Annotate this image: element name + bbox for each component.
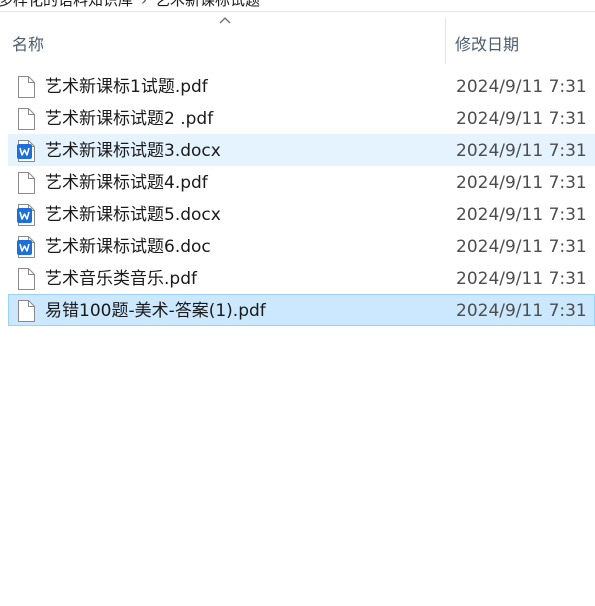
file-name[interactable]: 易错100题-美术-答案(1).pdf [45,300,266,322]
word-doc-icon [17,140,35,162]
file-row[interactable]: 艺术新课标试题4.pdf 2024/9/11 7:31 [8,166,595,198]
file-date-modified: 2024/9/11 7:31 [456,109,587,129]
file-date-modified: 2024/9/11 7:31 [456,77,587,97]
column-divider[interactable] [445,18,446,64]
file-row[interactable]: 艺术音乐类音乐.pdf 2024/9/11 7:31 [8,262,595,294]
file-name[interactable]: 艺术新课标1试题.pdf [45,76,208,98]
column-header-row: 名称 修改日期 [0,12,595,68]
file-date-modified: 2024/9/11 7:31 [456,269,587,289]
file-date-modified: 2024/9/11 7:31 [456,237,587,257]
file-name[interactable]: 艺术新课标试题4.pdf [45,172,208,194]
file-name[interactable]: 艺术新课标试题3.docx [45,140,221,162]
pdf-file-icon [17,108,35,130]
file-row[interactable]: 艺术新课标试题6.doc 2024/9/11 7:31 [8,230,595,262]
column-header-date-modified[interactable]: 修改日期 [455,31,519,55]
word-doc-icon [17,204,35,226]
pdf-file-icon [17,300,35,322]
file-name[interactable]: 艺术新课标试题5.docx [45,204,221,226]
file-list: 艺术新课标1试题.pdf 2024/9/11 7:31 艺术新课标试题2 .pdf 2… [8,70,595,326]
file-name[interactable]: 艺术新课标试题2 .pdf [45,108,213,130]
breadcrumb-item-parent[interactable]: 多样化的语料知识库 [0,0,133,11]
file-row[interactable]: 艺术新课标1试题.pdf 2024/9/11 7:31 [8,70,595,102]
file-name[interactable]: 艺术音乐类音乐.pdf [45,268,197,290]
breadcrumb-separator-icon: › [141,0,148,9]
sort-ascending-icon [219,17,231,24]
breadcrumb: 多样化的语料知识库 › 艺术新课标试题 [0,0,595,12]
file-row[interactable]: 艺术新课标试题3.docx 2024/9/11 7:31 [8,134,595,166]
pdf-file-icon [17,76,35,98]
file-date-modified: 2024/9/11 7:31 [456,301,587,321]
pdf-file-icon [17,268,35,290]
pdf-file-icon [17,172,35,194]
file-row[interactable]: 艺术新课标试题2 .pdf 2024/9/11 7:31 [8,102,595,134]
file-row[interactable]: 易错100题-美术-答案(1).pdf 2024/9/11 7:31 [8,294,595,326]
column-header-name[interactable]: 名称 [12,31,44,55]
word-doc-icon [17,236,35,258]
file-date-modified: 2024/9/11 7:31 [456,141,587,161]
breadcrumb-item-current[interactable]: 艺术新课标试题 [155,0,260,11]
file-row[interactable]: 艺术新课标试题5.docx 2024/9/11 7:31 [8,198,595,230]
file-name[interactable]: 艺术新课标试题6.doc [45,236,211,258]
file-explorer-window: 多样化的语料知识库 › 艺术新课标试题 名称 修改日期 艺术新课标1试题.pdf 20… [0,0,595,606]
file-date-modified: 2024/9/11 7:31 [456,205,587,225]
file-date-modified: 2024/9/11 7:31 [456,173,587,193]
